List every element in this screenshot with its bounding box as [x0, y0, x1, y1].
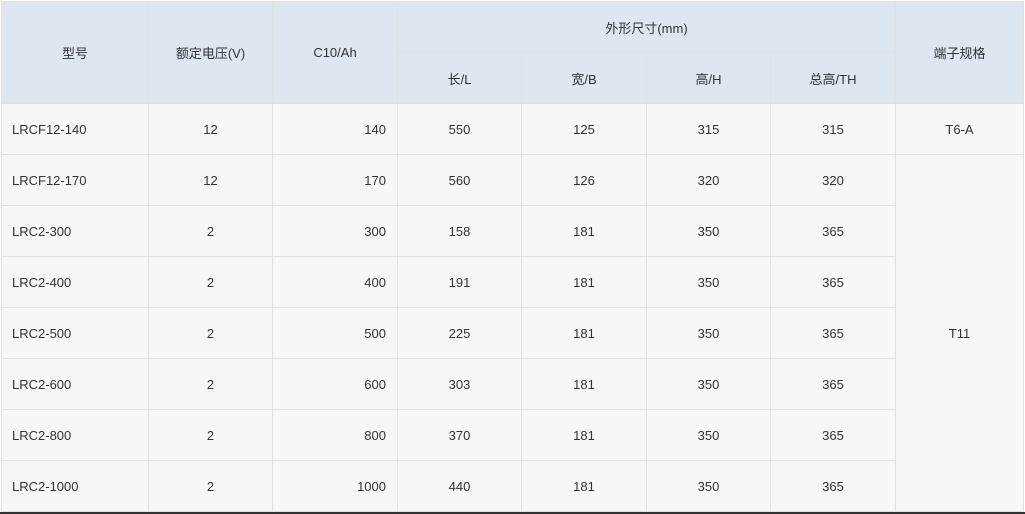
- cell-height: 350: [646, 409, 771, 461]
- spec-table: 型号 额定电压(V) C10/Ah 外形尺寸(mm) 端子规格 长/L 宽/B …: [1, 1, 1025, 512]
- cell-length: 225: [397, 307, 522, 359]
- header-height: 高/H: [646, 52, 771, 104]
- table-header: 型号 额定电压(V) C10/Ah 外形尺寸(mm) 端子规格 长/L 宽/B …: [1, 1, 1025, 104]
- cell-capacity: 800: [272, 409, 398, 461]
- cell-length: 370: [397, 409, 522, 461]
- cell-height: 350: [646, 205, 771, 257]
- cell-length: 560: [397, 154, 522, 206]
- cell-voltage: 2: [148, 256, 273, 308]
- header-model: 型号: [1, 1, 149, 104]
- table-row: LRC2-400 2 400 191 181 350 365: [1, 256, 1024, 308]
- cell-length: 158: [397, 205, 522, 257]
- cell-width: 181: [521, 358, 647, 410]
- cell-total-height: 315: [769, 103, 897, 155]
- cell-height: 350: [646, 358, 771, 410]
- cell-voltage: 2: [148, 307, 273, 359]
- table-row: LRCF12-170 12 170 560 126 320 320 T11: [1, 154, 1025, 512]
- cell-terminal: T6-A: [895, 103, 1025, 155]
- cell-model: LRC2-800: [1, 409, 149, 461]
- cell-width: 125: [521, 103, 647, 155]
- cell-width: 181: [521, 409, 647, 461]
- header-dimensions: 外形尺寸(mm): [396, 1, 897, 53]
- table-body: LRCF12-140 12 140 550 125 315 315 T6-A L…: [1, 103, 1025, 512]
- table-row: LRC2-600 2 600 303 181 350 365: [1, 358, 1024, 410]
- cell-height: 320: [646, 154, 771, 206]
- table-row: LRC2-300 2 300 158 181 350 365: [1, 205, 1024, 257]
- header-length: 长/L: [397, 52, 522, 104]
- cell-width: 181: [521, 256, 647, 308]
- cell-total-height: 365: [769, 358, 897, 410]
- cell-height: 350: [646, 256, 771, 308]
- cell-height: 315: [646, 103, 771, 155]
- cell-total-height: 365: [769, 460, 897, 512]
- cell-width: 126: [521, 154, 647, 206]
- cell-model: LRC2-600: [1, 358, 149, 410]
- header-terminal: 端子规格: [895, 1, 1025, 104]
- header-row: 型号 额定电压(V) C10/Ah 外形尺寸(mm) 端子规格: [1, 1, 1025, 104]
- cell-voltage: 12: [148, 103, 273, 155]
- cell-total-height: 365: [769, 409, 897, 461]
- cell-width: 181: [521, 460, 647, 512]
- cell-total-height: 365: [769, 256, 897, 308]
- cell-width: 181: [521, 307, 647, 359]
- cell-height: 350: [646, 307, 771, 359]
- cell-terminal-merged: T11: [895, 154, 1025, 512]
- cell-height: 350: [646, 460, 771, 512]
- cell-model: LRC2-500: [1, 307, 149, 359]
- cell-voltage: 2: [148, 460, 273, 512]
- table-row: LRC2-1000 2 1000 440 181 350 365: [1, 460, 1024, 512]
- cell-length: 440: [397, 460, 522, 512]
- cell-total-height: 365: [769, 307, 897, 359]
- cell-voltage: 12: [148, 154, 273, 206]
- cell-capacity: 600: [272, 358, 398, 410]
- cell-width: 181: [521, 205, 647, 257]
- cell-length: 550: [397, 103, 522, 155]
- cell-capacity: 300: [272, 205, 398, 257]
- cell-voltage: 2: [148, 409, 273, 461]
- cell-model: LRC2-300: [1, 205, 149, 257]
- cell-capacity: 1000: [272, 460, 398, 512]
- cell-model: LRC2-1000: [1, 460, 149, 512]
- header-voltage: 额定电压(V): [148, 1, 273, 104]
- cell-total-height: 365: [769, 205, 897, 257]
- cell-model: LRCF12-170: [1, 154, 149, 206]
- cell-length: 191: [397, 256, 522, 308]
- cell-voltage: 2: [148, 205, 273, 257]
- cell-voltage: 2: [148, 358, 273, 410]
- cell-capacity: 170: [272, 154, 398, 206]
- header-capacity: C10/Ah: [272, 1, 398, 104]
- cell-capacity: 140: [272, 103, 398, 155]
- cell-length: 303: [397, 358, 522, 410]
- table-row: LRC2-500 2 500 225 181 350 365: [1, 307, 1024, 359]
- cell-model: LRC2-400: [1, 256, 149, 308]
- table-row: LRCF12-140 12 140 550 125 315 315 T6-A: [1, 103, 1025, 155]
- cell-total-height: 320: [769, 154, 897, 206]
- cell-capacity: 500: [272, 307, 398, 359]
- header-width: 宽/B: [521, 52, 647, 104]
- cell-model: LRCF12-140: [1, 103, 149, 155]
- header-total-height: 总高/TH: [769, 52, 897, 104]
- cell-capacity: 400: [272, 256, 398, 308]
- table-row: LRC2-800 2 800 370 181 350 365: [1, 409, 1024, 461]
